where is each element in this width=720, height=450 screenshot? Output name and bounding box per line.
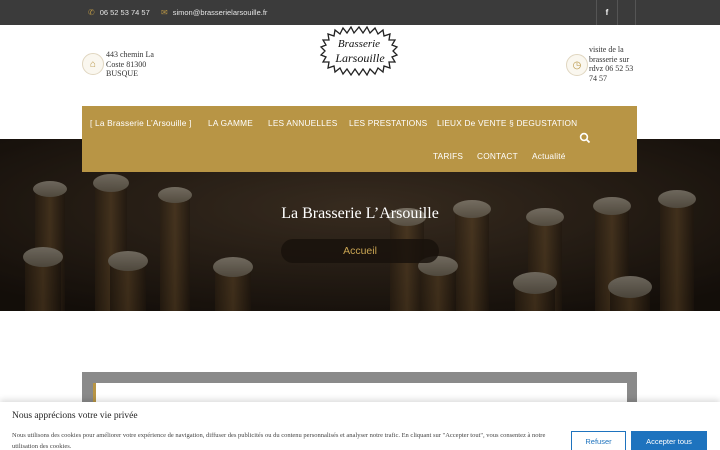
brasserie-logo[interactable]: Brasserie Larsouille [319, 25, 399, 77]
nav-item-brasserie[interactable]: [ La Brasserie L’Arsouille ] [90, 118, 192, 128]
nav-item-gamme[interactable]: LA GAMME [208, 118, 253, 128]
main-nav: [ La Brasserie L’Arsouille ] LA GAMME LE… [82, 106, 637, 172]
nav-item-tarifs[interactable]: TARIFS [433, 151, 463, 161]
visit-line: visite de la [589, 45, 624, 54]
cookie-text: Nous utilisons des cookies pour améliore… [12, 432, 546, 450]
refuse-button[interactable]: Refuser [571, 431, 626, 450]
header: ⌂ 443 chemin La Coste 81300 BUSQUE Brass… [0, 25, 720, 105]
nav-item-contact[interactable]: CONTACT [477, 151, 518, 161]
page-title: La Brasserie L’Arsouille [281, 205, 439, 222]
phone-icon: ✆ [88, 8, 95, 17]
visit-line: brasserie sur [589, 54, 630, 64]
mail-icon: ✉ [161, 8, 168, 17]
accept-all-button[interactable]: Accepter tous [631, 431, 707, 450]
phone-contact[interactable]: ✆ 06 52 53 74 57 [88, 0, 150, 25]
email-contact[interactable]: ✉ simon@brasserielarsouille.fr [161, 0, 267, 25]
top-bar: ✆ 06 52 53 74 57 ✉ simon@brasserielarsou… [0, 0, 720, 25]
visit-info: visite de la brasserie sur rdvz 06 52 53… [589, 45, 639, 83]
cookie-title: Nous apprécions votre vie privée [12, 411, 138, 421]
nav-item-lieux[interactable]: LIEUX De VENTE § DEGUSTATION [437, 118, 577, 128]
nav-item-prestations[interactable]: LES PRESTATIONS [349, 118, 427, 128]
clock-icon: ◷ [566, 54, 588, 76]
home-icon: ⌂ [82, 53, 104, 75]
social-slot [618, 0, 636, 25]
address-line: 443 chemin La [106, 50, 154, 59]
logo-text-top: Brasserie [338, 38, 380, 50]
address-line: Coste 81300 [106, 59, 147, 69]
email-text: simon@brasserielarsouille.fr [172, 8, 268, 17]
search-icon[interactable] [579, 132, 591, 144]
address-line: BUSQUE [106, 69, 139, 78]
address: 443 chemin La Coste 81300 BUSQUE [106, 50, 154, 79]
breadcrumb[interactable]: Accueil [281, 239, 439, 263]
facebook-icon[interactable]: f [596, 0, 618, 25]
nav-item-actualite[interactable]: Actualité [532, 151, 566, 161]
logo-text-bottom: Larsouille [334, 51, 385, 65]
nav-item-annuelles[interactable]: LES ANNUELLES [268, 118, 337, 128]
visit-line: rdvz 06 52 53 [589, 64, 634, 73]
phone-text: 06 52 53 74 57 [99, 8, 150, 17]
visit-line: 74 57 [589, 73, 607, 83]
